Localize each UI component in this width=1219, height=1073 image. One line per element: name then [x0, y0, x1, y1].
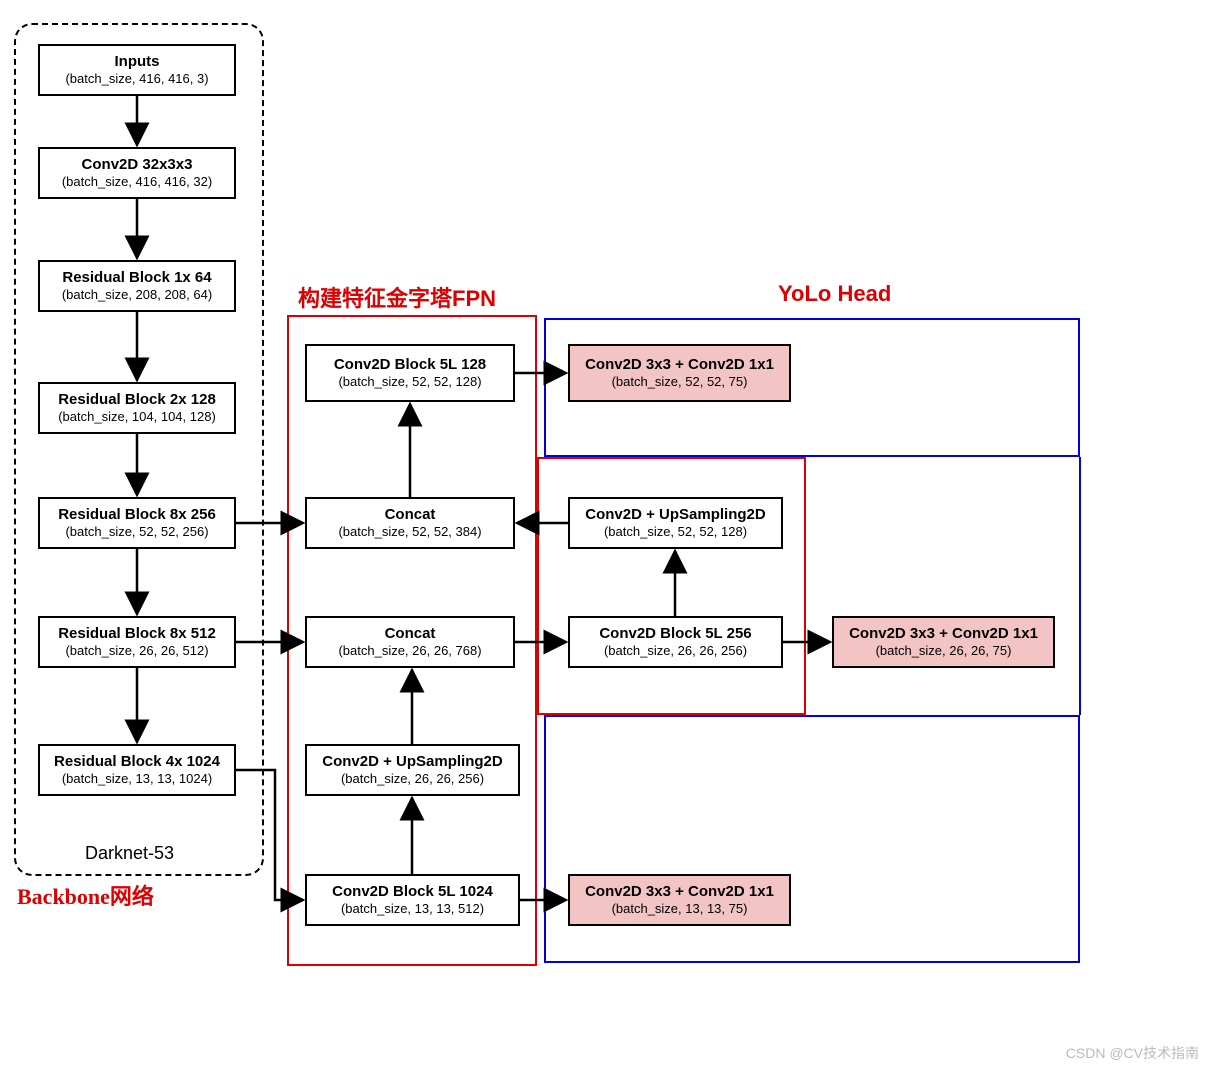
- res2-shape: (batch_size, 104, 104, 128): [58, 410, 216, 425]
- fpn-label: 构建特征金字塔FPN: [298, 281, 496, 313]
- conv0-title: Conv2D 32x3x3: [82, 156, 193, 173]
- block5l-128-shape: (batch_size, 52, 52, 128): [338, 375, 481, 390]
- upsamp-128-shape: (batch_size, 52, 52, 128): [604, 525, 747, 540]
- head-out52-box: Conv2D 3x3 + Conv2D 1x1 (batch_size, 52,…: [568, 344, 791, 402]
- concat-384-box: Concat (batch_size, 52, 52, 384): [305, 497, 515, 549]
- res3-shape: (batch_size, 52, 52, 256): [65, 525, 208, 540]
- fpn-group-ext: [537, 457, 806, 715]
- inputs-box: Inputs (batch_size, 416, 416, 3): [38, 44, 236, 96]
- backbone-label: Backbone网络: [17, 879, 154, 911]
- concat-768-box: Concat (batch_size, 26, 26, 768): [305, 616, 515, 668]
- head-label: YoLo Head: [778, 281, 891, 307]
- concat-768-title: Concat: [385, 625, 436, 642]
- concat-384-shape: (batch_size, 52, 52, 384): [338, 525, 481, 540]
- watermark: CSDN @CV技术指南: [1066, 1043, 1199, 1063]
- upsamp-256-shape: (batch_size, 26, 26, 256): [341, 772, 484, 787]
- block5l-1024-box: Conv2D Block 5L 1024 (batch_size, 13, 13…: [305, 874, 520, 926]
- res2-title: Residual Block 2x 128: [58, 391, 216, 408]
- head-out52-title: Conv2D 3x3 + Conv2D 1x1: [585, 356, 774, 373]
- res5-title: Residual Block 4x 1024: [54, 753, 220, 770]
- head-out26-title: Conv2D 3x3 + Conv2D 1x1: [849, 625, 1038, 642]
- head-out13-box: Conv2D 3x3 + Conv2D 1x1 (batch_size, 13,…: [568, 874, 791, 926]
- res4-shape: (batch_size, 26, 26, 512): [65, 644, 208, 659]
- darknet-label: Darknet-53: [85, 843, 174, 864]
- upsamp-256-title: Conv2D + UpSampling2D: [322, 753, 502, 770]
- res1-box: Residual Block 1x 64 (batch_size, 208, 2…: [38, 260, 236, 312]
- res3-title: Residual Block 8x 256: [58, 506, 216, 523]
- concat-768-shape: (batch_size, 26, 26, 768): [338, 644, 481, 659]
- inputs-title: Inputs: [115, 53, 160, 70]
- block5l-256-shape: (batch_size, 26, 26, 256): [604, 644, 747, 659]
- concat-384-title: Concat: [385, 506, 436, 523]
- conv0-box: Conv2D 32x3x3 (batch_size, 416, 416, 32): [38, 147, 236, 199]
- res2-box: Residual Block 2x 128 (batch_size, 104, …: [38, 382, 236, 434]
- res4-title: Residual Block 8x 512: [58, 625, 216, 642]
- res4-box: Residual Block 8x 512 (batch_size, 26, 2…: [38, 616, 236, 668]
- conv0-shape: (batch_size, 416, 416, 32): [62, 175, 212, 190]
- block5l-128-box: Conv2D Block 5L 128 (batch_size, 52, 52,…: [305, 344, 515, 402]
- head-out52-shape: (batch_size, 52, 52, 75): [612, 375, 748, 390]
- upsamp-256-box: Conv2D + UpSampling2D (batch_size, 26, 2…: [305, 744, 520, 796]
- block5l-256-title: Conv2D Block 5L 256: [599, 625, 751, 642]
- block5l-1024-title: Conv2D Block 5L 1024: [332, 883, 493, 900]
- res1-title: Residual Block 1x 64: [62, 269, 211, 286]
- block5l-256-box: Conv2D Block 5L 256 (batch_size, 26, 26,…: [568, 616, 783, 668]
- head-out26-shape: (batch_size, 26, 26, 75): [876, 644, 1012, 659]
- block5l-128-title: Conv2D Block 5L 128: [334, 356, 486, 373]
- res1-shape: (batch_size, 208, 208, 64): [62, 288, 212, 303]
- upsamp-128-title: Conv2D + UpSampling2D: [585, 506, 765, 523]
- head-out26-box: Conv2D 3x3 + Conv2D 1x1 (batch_size, 26,…: [832, 616, 1055, 668]
- upsamp-128-box: Conv2D + UpSampling2D (batch_size, 52, 5…: [568, 497, 783, 549]
- head-out13-title: Conv2D 3x3 + Conv2D 1x1: [585, 883, 774, 900]
- head-out13-shape: (batch_size, 13, 13, 75): [612, 902, 748, 917]
- res5-box: Residual Block 4x 1024 (batch_size, 13, …: [38, 744, 236, 796]
- block5l-1024-shape: (batch_size, 13, 13, 512): [341, 902, 484, 917]
- res3-box: Residual Block 8x 256 (batch_size, 52, 5…: [38, 497, 236, 549]
- inputs-shape: (batch_size, 416, 416, 3): [65, 72, 208, 87]
- res5-shape: (batch_size, 13, 13, 1024): [62, 772, 212, 787]
